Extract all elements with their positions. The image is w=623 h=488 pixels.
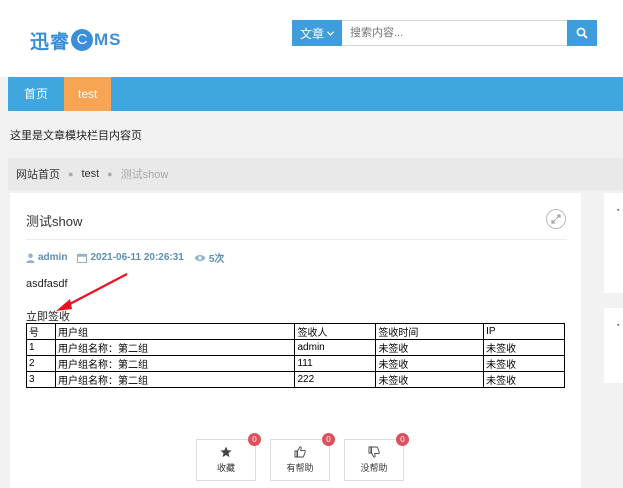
table-cell: 3 <box>26 371 56 388</box>
sidebar-card: ▪ <box>604 308 623 383</box>
logo-suffix: MS <box>94 30 122 49</box>
article-actions: 0 收藏 0 有帮助 0 没帮助 <box>196 433 409 481</box>
view-count: 5次 <box>208 254 225 265</box>
star-icon <box>220 446 232 458</box>
logo-prefix: 迅睿 <box>30 30 71 53</box>
table-cell: 未签收 <box>483 371 565 388</box>
table-row: 3 用户组名称：第二组 222 未签收 未签收 <box>26 371 565 388</box>
table-header: 签收人 <box>294 323 377 340</box>
breadcrumb: 网站首页 ● test ● 测试show <box>8 158 623 190</box>
thumbs-down-icon <box>368 446 380 458</box>
search-icon <box>576 27 588 39</box>
author-name[interactable]: admin <box>38 252 67 263</box>
expand-icon <box>551 214 561 224</box>
table-header: 签收时间 <box>375 323 485 340</box>
signin-table: 号 用户组 签收人 签收时间 IP 1 用户组名称：第二组 admin 未签收 … <box>26 323 565 388</box>
calendar-icon <box>77 252 88 263</box>
table-cell: 未签收 <box>375 339 485 356</box>
search-bar: 文章 <box>292 20 597 46</box>
table-cell: 未签收 <box>375 355 485 372</box>
helpful-count-badge: 0 <box>322 433 335 446</box>
sidebar-card: ▪ <box>604 193 623 293</box>
table-cell: 未签收 <box>375 371 485 388</box>
search-button[interactable] <box>567 20 597 46</box>
favorite-count-badge: 0 <box>248 433 261 446</box>
site-logo[interactable]: 迅睿 C MS <box>30 25 122 55</box>
breadcrumb-current: 测试show <box>120 169 169 181</box>
publish-datetime: 2021-06-11 20:26:31 <box>90 252 184 263</box>
table-cell: 用户组名称：第二组 <box>54 339 296 356</box>
search-input[interactable] <box>342 20 567 46</box>
chevron-down-icon <box>327 30 334 36</box>
favorite-button[interactable]: 0 收藏 <box>196 433 261 481</box>
signin-link[interactable]: 立即签收 <box>26 308 70 324</box>
article-card: 测试show admin 2021-06-11 20:26:31 5次 asdf… <box>10 193 581 488</box>
table-cell: 111 <box>294 355 377 372</box>
meta-author: admin <box>26 252 67 263</box>
nav-item-home[interactable]: 首页 <box>8 77 64 111</box>
table-cell: 用户组名称：第二组 <box>54 371 296 388</box>
sidebar-card-edge: ▪ <box>617 207 620 214</box>
helpful-label: 有帮助 <box>286 463 314 473</box>
breadcrumb-home-link[interactable]: 网站首页 <box>16 166 60 182</box>
table-cell: 未签收 <box>483 339 565 356</box>
table-row: 2 用户组名称：第二组 111 未签收 未签收 <box>26 355 565 372</box>
user-icon <box>26 253 35 263</box>
breadcrumb-category-link[interactable]: test <box>81 168 99 180</box>
fullscreen-button[interactable] <box>546 209 566 229</box>
main-nav: 首页 test <box>8 77 623 111</box>
meta-views: 5次 <box>194 250 225 265</box>
site-header: 迅睿 C MS 文章 <box>0 0 623 77</box>
table-header: 用户组 <box>54 323 296 340</box>
not-helpful-label: 没帮助 <box>360 463 388 473</box>
table-cell: 222 <box>294 371 377 388</box>
sidebar-card-edge: ▪ <box>617 322 620 329</box>
thumbs-up-icon <box>294 446 306 458</box>
category-intro-text: 这里是文章模块栏目内容页 <box>10 130 142 142</box>
eye-icon <box>194 254 206 261</box>
not-helpful-button[interactable]: 0 没帮助 <box>344 433 409 481</box>
table-header: IP <box>483 323 565 340</box>
table-row: 1 用户组名称：第二组 admin 未签收 未签收 <box>26 339 565 356</box>
article-title: 测试show <box>26 214 83 229</box>
table-cell: 2 <box>26 355 56 372</box>
not-helpful-count-badge: 0 <box>396 433 409 446</box>
table-cell: 用户组名称：第二组 <box>54 355 296 372</box>
table-header-row: 号 用户组 签收人 签收时间 IP <box>26 323 565 340</box>
table-cell: 未签收 <box>483 355 565 372</box>
meta-date: 2021-06-11 20:26:31 <box>77 252 184 263</box>
search-category-dropdown[interactable]: 文章 <box>292 20 342 46</box>
table-cell: 1 <box>26 339 56 356</box>
title-divider <box>26 239 567 240</box>
breadcrumb-separator: ● <box>68 169 74 179</box>
table-header: 号 <box>26 323 56 340</box>
helpful-button[interactable]: 0 有帮助 <box>270 433 335 481</box>
search-category-label: 文章 <box>299 26 324 41</box>
annotation-arrow-icon <box>56 273 128 311</box>
article-meta: admin 2021-06-11 20:26:31 5次 <box>26 250 230 265</box>
table-cell: admin <box>294 339 377 356</box>
logo-c-mark: C <box>71 29 94 51</box>
nav-item-test[interactable]: test <box>64 77 112 111</box>
favorite-label: 收藏 <box>216 463 235 473</box>
breadcrumb-separator: ● <box>107 169 113 179</box>
